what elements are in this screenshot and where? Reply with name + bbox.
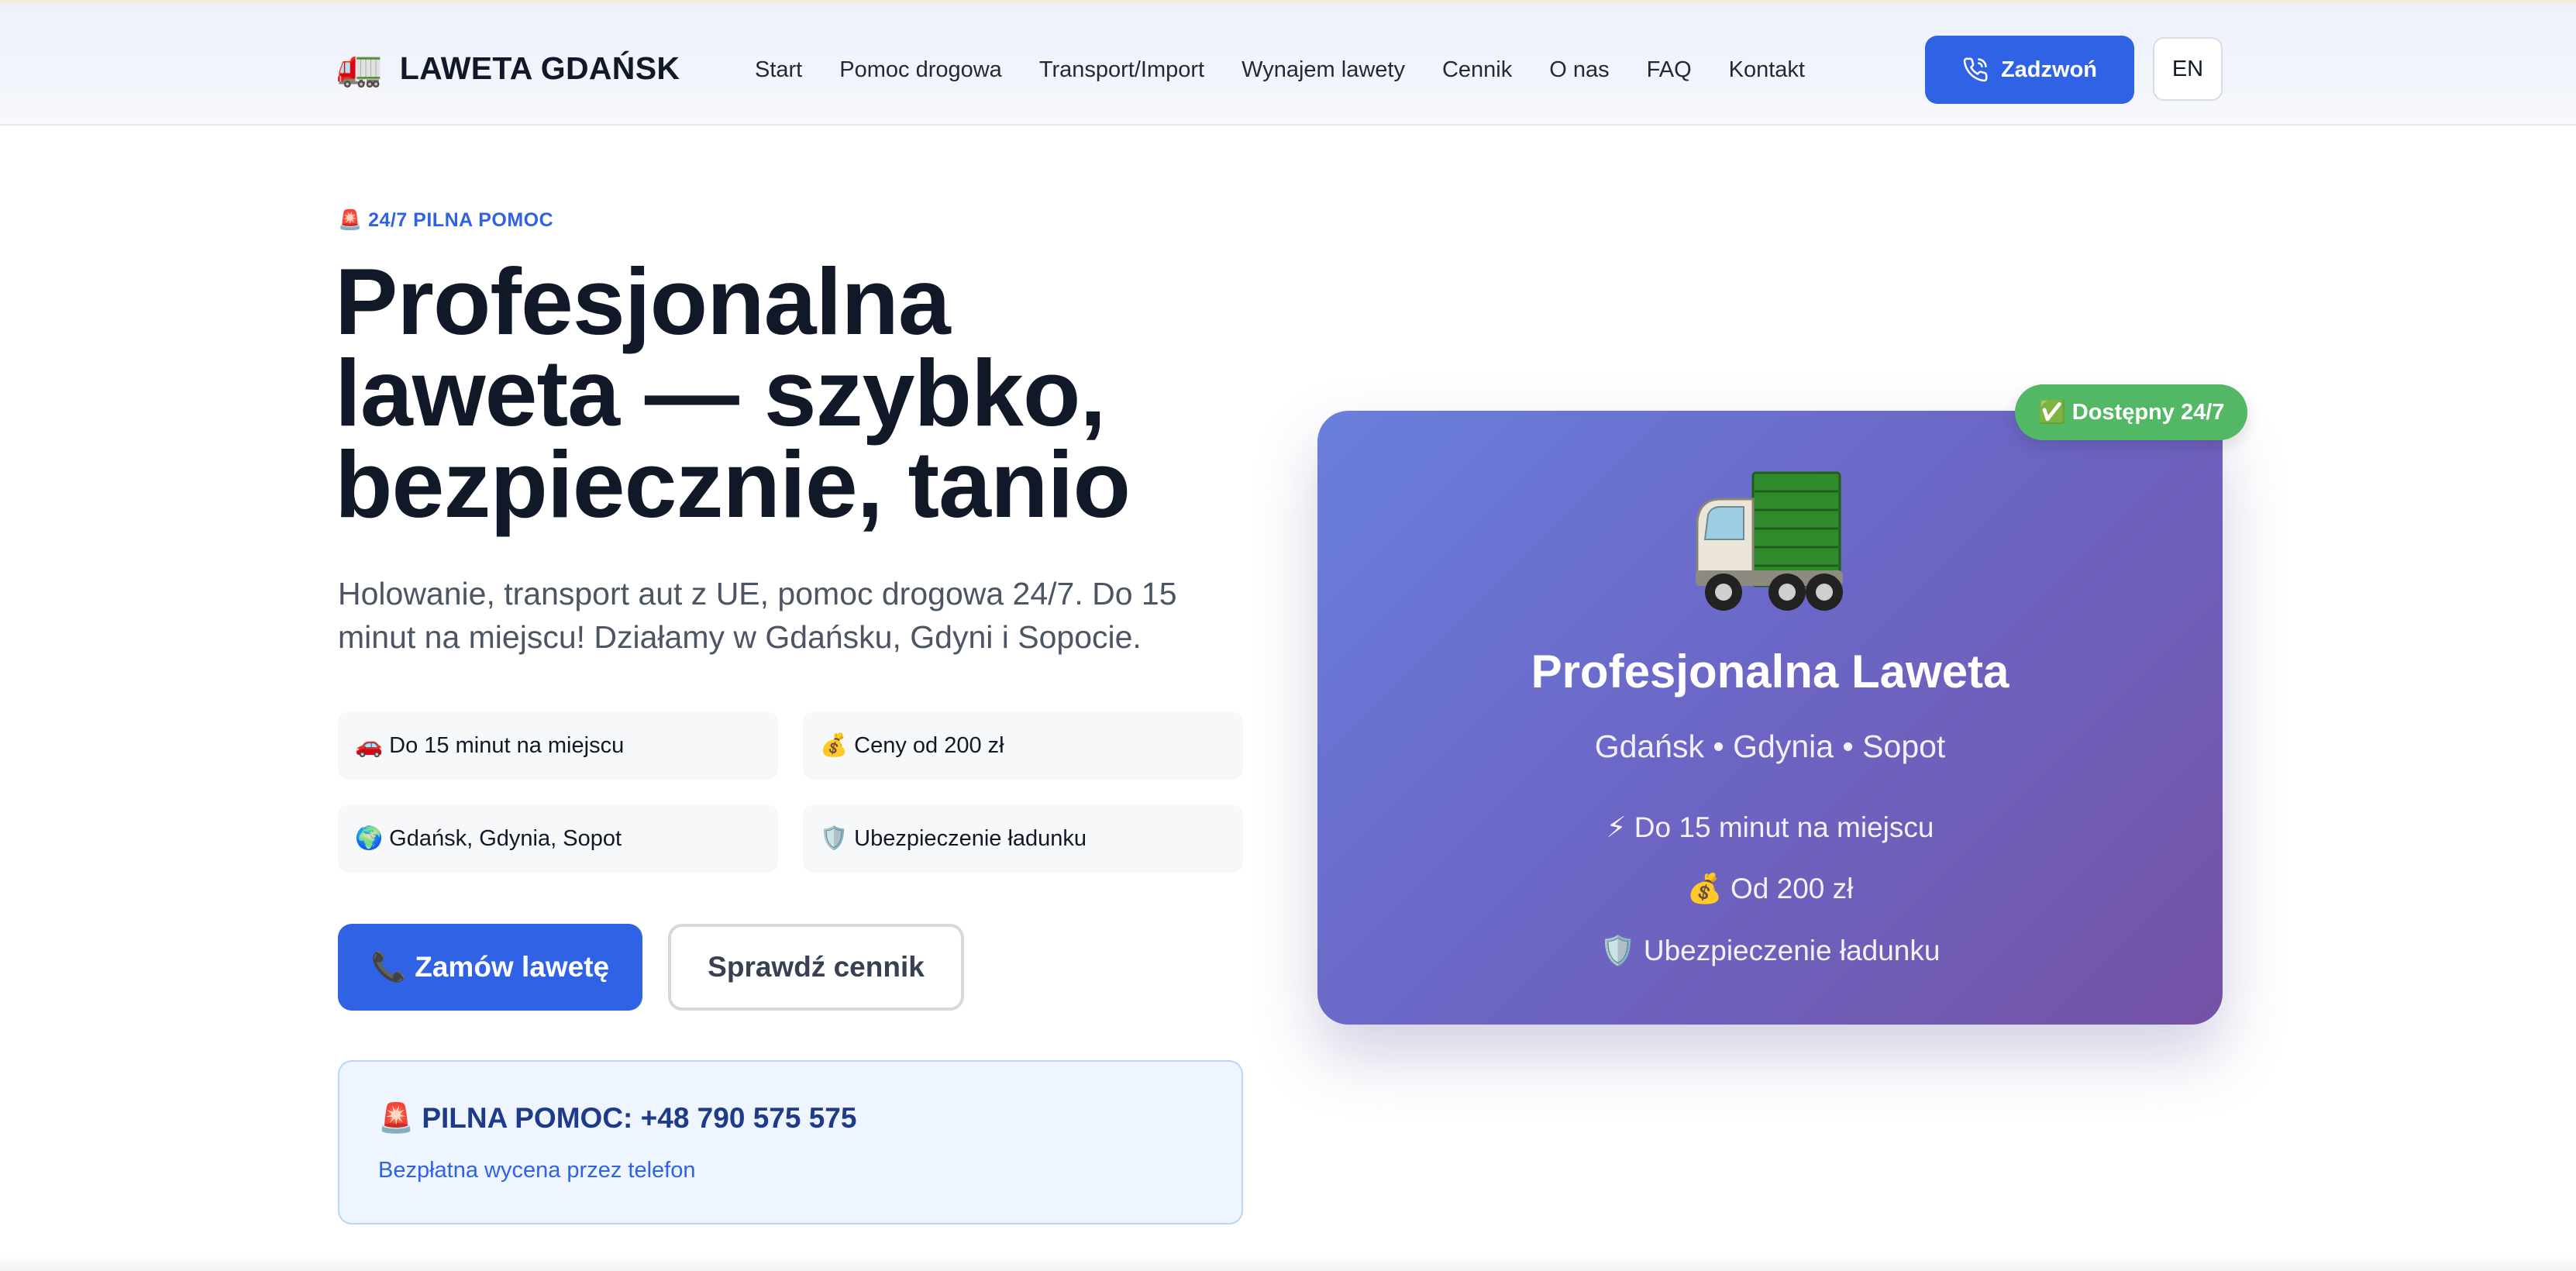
site-header: 🚛 LAWETA GDAŃSK Start Pomoc drogowa Tran… xyxy=(0,0,2576,126)
truck-logo-icon: 🚛 xyxy=(336,47,383,88)
call-button-label: Zadzwoń xyxy=(2000,57,2098,82)
brand-logo[interactable]: 🚛 LAWETA GDAŃSK xyxy=(336,45,680,91)
nav-item-start[interactable]: Start xyxy=(755,57,802,83)
card-feature-arrival: ⚡ Do 15 minut na miejscu xyxy=(1606,811,1934,843)
urgent-help-badge: 🚨 24/7 PILNA POMOC xyxy=(338,209,554,231)
language-switch-button[interactable]: EN xyxy=(2153,37,2223,101)
section-divider xyxy=(0,1256,2576,1271)
hero-title-line-3: bezpiecznie, tanio xyxy=(335,432,1131,537)
order-tow-button[interactable]: 📞 Zamów lawetę xyxy=(338,924,642,1011)
feature-insurance: 🛡️ Ubezpieczenie ładunku xyxy=(803,804,1243,873)
emergency-note: Bezpłatna wycena przez telefon xyxy=(378,1158,696,1183)
brand-name: LAWETA GDAŃSK xyxy=(399,50,680,86)
hero-card: Profesjonalna Laweta Gdańsk • Gdynia • S… xyxy=(1317,411,2223,1025)
nav-item-kontakt[interactable]: Kontakt xyxy=(1729,57,1805,83)
emergency-contact-box: 🚨 PILNA POMOC: +48 790 575 575 Bezpłatna… xyxy=(338,1060,1243,1224)
feature-area: 🌍 Gdańsk, Gdynia, Sopot xyxy=(338,804,778,873)
check-prices-button[interactable]: Sprawdź cennik xyxy=(668,924,964,1011)
card-cities: Gdańsk • Gdynia • Sopot xyxy=(1594,728,1946,764)
card-title: Profesjonalna Laweta xyxy=(1531,646,2009,698)
nav-item-cennik[interactable]: Cennik xyxy=(1442,57,1512,83)
nav-item-pomoc-drogowa[interactable]: Pomoc drogowa xyxy=(839,57,1002,83)
availability-badge: ✅ Dostępny 24/7 xyxy=(2015,384,2247,440)
phone-icon xyxy=(1963,57,1988,82)
card-feature-insurance: 🛡️ Ubezpieczenie ładunku xyxy=(1600,935,1941,966)
hero-title: Profesjonalna laweta — szybko, bezpieczn… xyxy=(335,254,1265,532)
call-button[interactable]: Zadzwoń xyxy=(1925,36,2134,104)
nav-item-o-nas[interactable]: O nas xyxy=(1549,57,1609,83)
truck-icon xyxy=(1317,468,2223,615)
emergency-phone-link[interactable]: 🚨 PILNA POMOC: +48 790 575 575 xyxy=(378,1102,856,1135)
card-feature-price: 💰 Od 200 zł xyxy=(1686,873,1854,904)
hero-title-line-1: Profesjonalna xyxy=(335,249,951,354)
hero-title-line-2: laweta — szybko, xyxy=(335,340,1106,446)
feature-price: 💰 Ceny od 200 zł xyxy=(803,711,1243,780)
nav-item-faq[interactable]: FAQ xyxy=(1647,57,1692,83)
nav-item-wynajem-lawety[interactable]: Wynajem lawety xyxy=(1242,57,1405,83)
nav-item-transport-import[interactable]: Transport/Import xyxy=(1039,57,1204,83)
hero-subtitle: Holowanie, transport aut z UE, pomoc dro… xyxy=(338,576,1177,655)
feature-arrival-time: 🚗 Do 15 minut na miejscu xyxy=(338,711,778,780)
main-nav: Start Pomoc drogowa Transport/Import Wyn… xyxy=(755,53,1805,87)
